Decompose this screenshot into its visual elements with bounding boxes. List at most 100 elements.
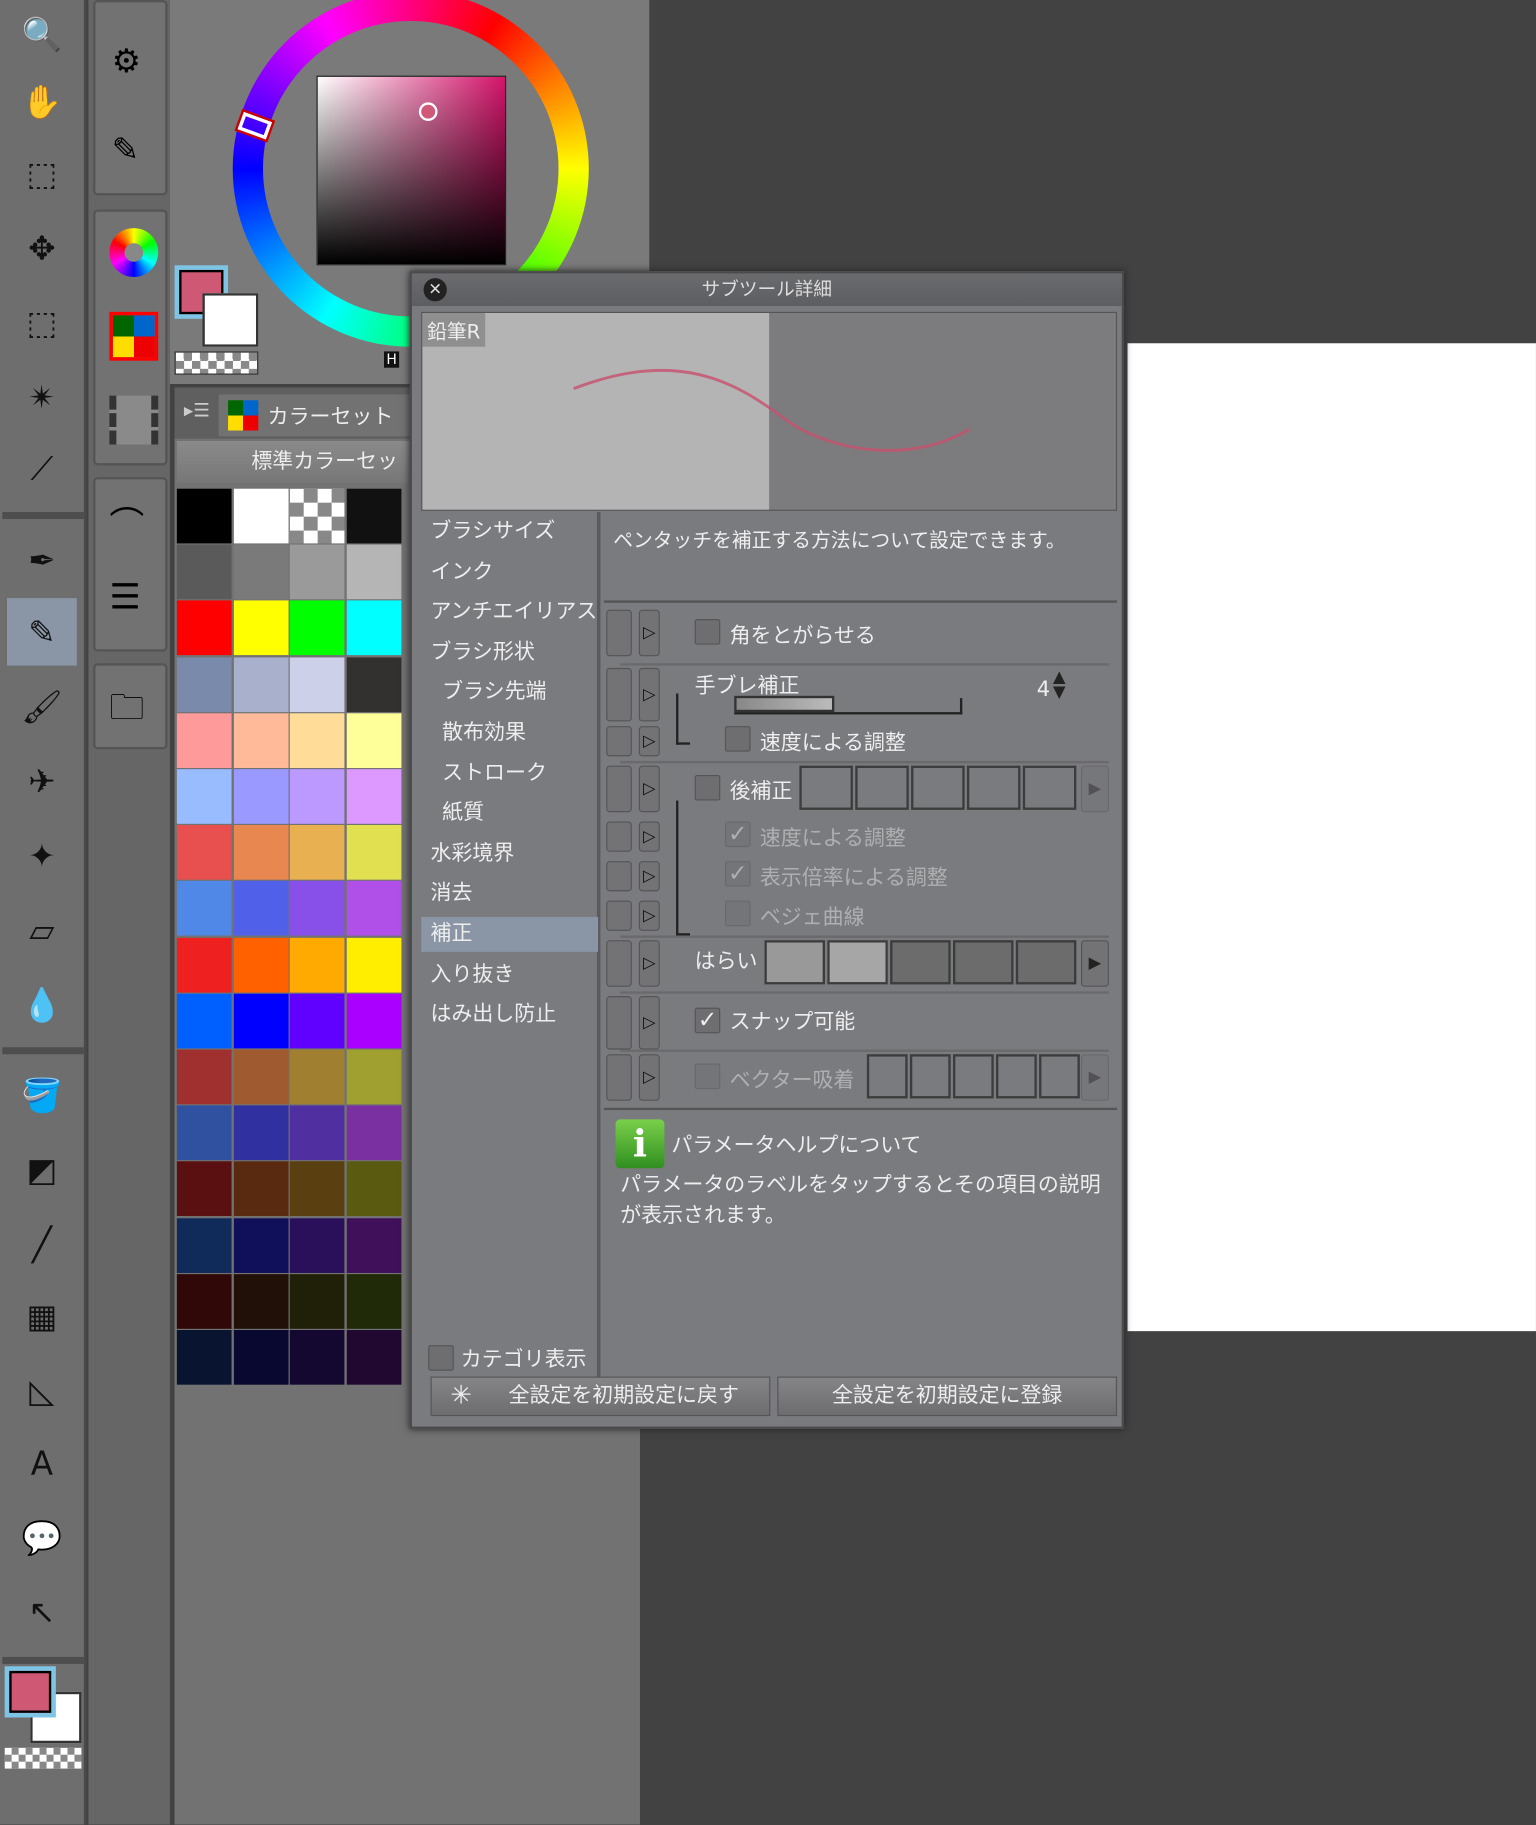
tab-color-set[interactable]: カラーセット — [218, 394, 417, 437]
color-swatch[interactable] — [346, 1273, 401, 1329]
correct-line-tool[interactable]: ↖ — [7, 1578, 77, 1645]
expand-button[interactable]: ▷ — [638, 1054, 660, 1101]
taper-slot[interactable] — [827, 940, 888, 985]
vector-snap-slot[interactable] — [1039, 1054, 1080, 1099]
category-item[interactable]: ブラシ形状 — [421, 635, 598, 670]
color-swatch[interactable] — [176, 993, 232, 1049]
post-bezier-checkbox[interactable] — [724, 900, 751, 927]
color-swatch[interactable] — [289, 656, 345, 712]
color-swatch[interactable] — [233, 488, 288, 544]
auto-select-tool[interactable]: ✴ — [7, 363, 77, 430]
pen-settings-icon[interactable]: ⚙ — [112, 42, 141, 80]
color-swatch[interactable] — [289, 544, 345, 600]
category-item[interactable]: アンチエイリアス — [421, 595, 598, 630]
balloon-tool[interactable]: 💬 — [7, 1503, 77, 1570]
expand-button[interactable]: ▷ — [638, 667, 660, 722]
category-item[interactable]: 水彩境界 — [421, 836, 598, 871]
category-item[interactable]: 消去 — [421, 877, 598, 912]
lock-toggle[interactable] — [606, 900, 632, 931]
color-swatch[interactable] — [346, 1105, 401, 1161]
color-swatch[interactable] — [346, 937, 401, 993]
lock-toggle[interactable] — [606, 861, 632, 892]
taper-slot[interactable] — [1015, 940, 1077, 985]
color-swatch[interactable] — [346, 713, 401, 768]
lock-toggle[interactable] — [606, 609, 632, 657]
text-tool[interactable]: A — [7, 1429, 77, 1496]
lock-toggle[interactable] — [606, 765, 632, 813]
stab-speed-checkbox[interactable] — [724, 726, 751, 752]
canvas[interactable] — [1127, 343, 1536, 1332]
color-swatch[interactable] — [289, 1161, 345, 1217]
color-swatch[interactable] — [346, 825, 401, 880]
color-set-tab-icon[interactable] — [109, 311, 159, 361]
pen-dots-icon[interactable]: ✎ — [112, 130, 139, 168]
post-correction-slot[interactable] — [966, 765, 1021, 810]
color-swatch[interactable] — [176, 656, 232, 712]
color-swatch[interactable] — [233, 1217, 288, 1273]
color-swatch[interactable] — [176, 488, 232, 544]
color-swatch[interactable] — [176, 713, 232, 768]
color-swatch[interactable] — [176, 1049, 232, 1105]
color-wheel-tab-icon[interactable] — [109, 228, 159, 277]
color-swatch[interactable] — [289, 769, 345, 824]
lock-toggle[interactable] — [606, 1054, 632, 1101]
expand-button[interactable]: ▷ — [638, 609, 660, 657]
taper-next[interactable]: ▶ — [1080, 940, 1109, 987]
color-swatch[interactable] — [346, 544, 401, 600]
color-swatch[interactable] — [289, 1217, 345, 1273]
color-swatch[interactable] — [233, 1329, 288, 1385]
move-tool[interactable]: ✥ — [7, 214, 77, 281]
color-swatch[interactable] — [176, 1273, 232, 1329]
toolbar-transparent-color[interactable] — [4, 1747, 82, 1769]
color-swatch[interactable] — [233, 881, 288, 936]
color-swatch[interactable] — [233, 1049, 288, 1105]
color-swatch[interactable] — [289, 881, 345, 936]
color-swatch[interactable] — [233, 656, 288, 712]
animation-tab-icon[interactable] — [109, 395, 159, 445]
color-swatch[interactable] — [289, 825, 345, 880]
color-swatch[interactable] — [346, 1217, 401, 1273]
vector-snap-slot[interactable] — [909, 1054, 951, 1099]
category-item[interactable]: 補正 — [421, 916, 599, 952]
post-correction-next[interactable]: ▶ — [1080, 765, 1109, 813]
vector-snap-slot[interactable] — [952, 1054, 994, 1099]
color-swatch[interactable] — [346, 1329, 401, 1385]
category-item[interactable]: 散布効果 — [421, 716, 598, 751]
sv-marker[interactable] — [418, 102, 438, 122]
brush-stroke-icon[interactable]: ⌒ — [109, 496, 144, 547]
stabilization-stepper[interactable]: ▲ ▼ — [1053, 669, 1066, 700]
ruler-tool[interactable]: ◺ — [7, 1357, 77, 1424]
vector-snap-checkbox[interactable] — [694, 1063, 721, 1090]
transparent-color-swatch[interactable] — [174, 351, 259, 375]
post-speed-checkbox[interactable]: ✓ — [724, 822, 751, 848]
hand-tool[interactable]: ✋ — [7, 67, 77, 134]
expand-button[interactable]: ▷ — [638, 900, 660, 931]
color-swatch[interactable] — [233, 600, 288, 656]
post-correction-slot[interactable] — [799, 765, 853, 810]
figure-tool[interactable]: ╱ — [7, 1210, 77, 1277]
reset-all-button[interactable]: ✳ 全設定を初期設定に戻す — [430, 1376, 771, 1417]
color-swatch[interactable] — [289, 1105, 345, 1161]
color-swatch[interactable] — [233, 1273, 288, 1329]
color-swatch[interactable] — [233, 993, 288, 1049]
color-swatch[interactable] — [176, 544, 232, 600]
color-swatch[interactable] — [233, 544, 288, 600]
color-swatch[interactable] — [289, 993, 345, 1049]
airbrush-tool[interactable]: ✈ — [7, 747, 77, 814]
post-correction-slot[interactable] — [911, 765, 965, 810]
category-item[interactable]: インク — [421, 555, 598, 590]
vector-snap-next[interactable]: ▶ — [1080, 1054, 1109, 1101]
color-swatch[interactable] — [233, 769, 288, 824]
expand-button[interactable]: ▷ — [638, 765, 660, 813]
color-swatch[interactable] — [346, 488, 401, 544]
color-swatch[interactable] — [346, 656, 401, 712]
color-swatch[interactable] — [233, 937, 288, 993]
fill-tool[interactable]: 🪣 — [7, 1061, 77, 1128]
register-all-button[interactable]: 全設定を初期設定に登録 — [777, 1376, 1118, 1417]
color-swatch[interactable] — [289, 488, 345, 544]
expand-button[interactable]: ▷ — [638, 940, 660, 987]
pen-tool[interactable]: ✒ — [7, 526, 77, 593]
post-correction-checkbox[interactable] — [694, 774, 721, 801]
color-swatch[interactable] — [289, 600, 345, 656]
color-swatch[interactable] — [346, 600, 401, 656]
